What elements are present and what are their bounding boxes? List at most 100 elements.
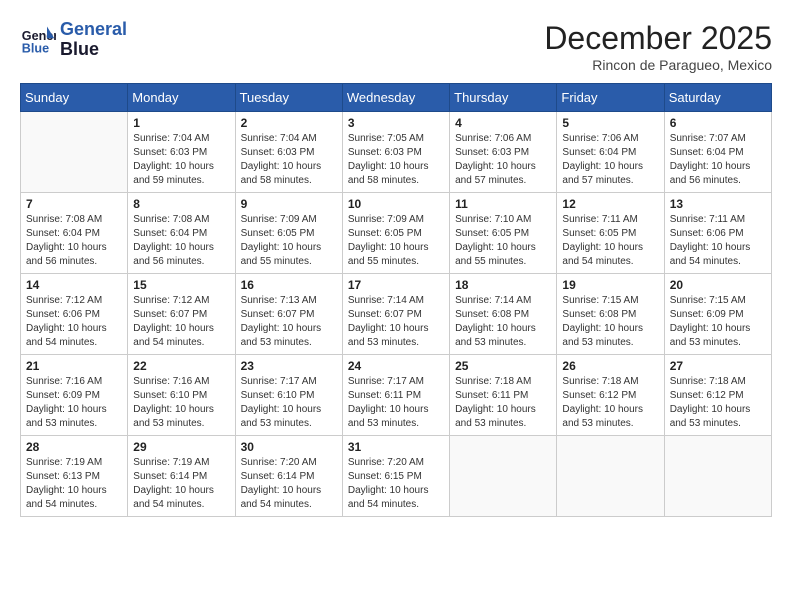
day-info: Sunrise: 7:16 AMSunset: 6:09 PMDaylight:…	[26, 375, 122, 431]
calendar-cell: 23 Sunrise: 7:17 AMSunset: 6:10 PMDayligh…	[235, 355, 342, 436]
week-row-1: 1 Sunrise: 7:04 AMSunset: 6:03 PMDaylight…	[21, 112, 772, 193]
weekday-header-row: SundayMondayTuesdayWednesdayThursdayFrid…	[21, 84, 772, 112]
day-number: 14	[26, 278, 122, 292]
location: Rincon de Paragueo, Mexico	[544, 57, 772, 73]
calendar-cell	[664, 436, 771, 517]
week-row-3: 14 Sunrise: 7:12 AMSunset: 6:06 PMDayligh…	[21, 274, 772, 355]
day-number: 4	[455, 116, 551, 130]
day-info: Sunrise: 7:18 AMSunset: 6:11 PMDaylight:…	[455, 375, 551, 431]
weekday-header-tuesday: Tuesday	[235, 84, 342, 112]
day-info: Sunrise: 7:16 AMSunset: 6:10 PMDaylight:…	[133, 375, 229, 431]
calendar-cell: 19Sunrise: 7:15 AMSunset: 6:08 PMDayligh…	[557, 274, 664, 355]
calendar-cell	[557, 436, 664, 517]
day-number: 11	[455, 197, 551, 211]
calendar-cell: 24 Sunrise: 7:17 AMSunset: 6:11 PMDayligh…	[342, 355, 449, 436]
day-number: 27	[670, 359, 766, 373]
day-number: 16	[241, 278, 337, 292]
week-row-5: 28 Sunrise: 7:19 AMSunset: 6:13 PMDayligh…	[21, 436, 772, 517]
calendar-cell: 17Sunrise: 7:14 AMSunset: 6:07 PMDayligh…	[342, 274, 449, 355]
day-info: Sunrise: 7:17 AMSunset: 6:10 PMDaylight:…	[241, 375, 337, 431]
day-number: 19	[562, 278, 658, 292]
calendar-cell: 16 Sunrise: 7:13 AMSunset: 6:07 PMDayligh…	[235, 274, 342, 355]
day-info: Sunrise: 7:08 AMSunset: 6:04 PMDaylight:…	[26, 213, 122, 269]
calendar-cell: 28 Sunrise: 7:19 AMSunset: 6:13 PMDayligh…	[21, 436, 128, 517]
day-number: 28	[26, 440, 122, 454]
calendar-cell	[450, 436, 557, 517]
weekday-header-wednesday: Wednesday	[342, 84, 449, 112]
calendar-cell: 13Sunrise: 7:11 AMSunset: 6:06 PMDayligh…	[664, 193, 771, 274]
calendar-cell: 8Sunrise: 7:08 AMSunset: 6:04 PMDaylight…	[128, 193, 235, 274]
day-number: 20	[670, 278, 766, 292]
day-info: Sunrise: 7:18 AMSunset: 6:12 PMDaylight:…	[670, 375, 766, 431]
calendar-cell: 2 Sunrise: 7:04 AMSunset: 6:03 PMDaylight…	[235, 112, 342, 193]
weekday-header-monday: Monday	[128, 84, 235, 112]
day-info: Sunrise: 7:18 AMSunset: 6:12 PMDaylight:…	[562, 375, 658, 431]
calendar-cell: 5 Sunrise: 7:06 AMSunset: 6:04 PMDaylight…	[557, 112, 664, 193]
day-info: Sunrise: 7:05 AMSunset: 6:03 PMDaylight:…	[348, 132, 444, 188]
calendar-cell: 9Sunrise: 7:09 AMSunset: 6:05 PMDaylight…	[235, 193, 342, 274]
day-info: Sunrise: 7:14 AMSunset: 6:07 PMDaylight:…	[348, 294, 444, 350]
logo-icon: General Blue	[20, 22, 56, 58]
calendar-cell: 4 Sunrise: 7:06 AMSunset: 6:03 PMDaylight…	[450, 112, 557, 193]
day-info: Sunrise: 7:14 AMSunset: 6:08 PMDaylight:…	[455, 294, 551, 350]
day-number: 3	[348, 116, 444, 130]
logo-text: GeneralBlue	[60, 20, 127, 60]
day-info: Sunrise: 7:04 AMSunset: 6:03 PMDaylight:…	[241, 132, 337, 188]
calendar-cell: 15Sunrise: 7:12 AMSunset: 6:07 PMDayligh…	[128, 274, 235, 355]
day-info: Sunrise: 7:06 AMSunset: 6:03 PMDaylight:…	[455, 132, 551, 188]
day-number: 5	[562, 116, 658, 130]
day-number: 10	[348, 197, 444, 211]
calendar-cell: 11 Sunrise: 7:10 AMSunset: 6:05 PMDayligh…	[450, 193, 557, 274]
day-number: 1	[133, 116, 229, 130]
day-number: 9	[241, 197, 337, 211]
calendar-cell: 14 Sunrise: 7:12 AMSunset: 6:06 PMDayligh…	[21, 274, 128, 355]
day-info: Sunrise: 7:19 AMSunset: 6:13 PMDaylight:…	[26, 456, 122, 512]
day-info: Sunrise: 7:11 AMSunset: 6:05 PMDaylight:…	[562, 213, 658, 269]
day-number: 2	[241, 116, 337, 130]
calendar-cell: 27 Sunrise: 7:18 AMSunset: 6:12 PMDayligh…	[664, 355, 771, 436]
day-info: Sunrise: 7:15 AMSunset: 6:09 PMDaylight:…	[670, 294, 766, 350]
day-info: Sunrise: 7:10 AMSunset: 6:05 PMDaylight:…	[455, 213, 551, 269]
svg-text:Blue: Blue	[22, 41, 49, 55]
day-number: 21	[26, 359, 122, 373]
day-number: 12	[562, 197, 658, 211]
calendar-cell: 3 Sunrise: 7:05 AMSunset: 6:03 PMDaylight…	[342, 112, 449, 193]
day-number: 22	[133, 359, 229, 373]
page-header: General Blue GeneralBlue December 2025 R…	[20, 20, 772, 73]
day-number: 25	[455, 359, 551, 373]
logo: General Blue GeneralBlue	[20, 20, 127, 60]
calendar-cell: 7 Sunrise: 7:08 AMSunset: 6:04 PMDaylight…	[21, 193, 128, 274]
weekday-header-saturday: Saturday	[664, 84, 771, 112]
weekday-header-sunday: Sunday	[21, 84, 128, 112]
week-row-2: 7 Sunrise: 7:08 AMSunset: 6:04 PMDaylight…	[21, 193, 772, 274]
day-info: Sunrise: 7:20 AMSunset: 6:14 PMDaylight:…	[241, 456, 337, 512]
day-info: Sunrise: 7:11 AMSunset: 6:06 PMDaylight:…	[670, 213, 766, 269]
day-number: 18	[455, 278, 551, 292]
day-info: Sunrise: 7:09 AMSunset: 6:05 PMDaylight:…	[348, 213, 444, 269]
calendar-cell: 31 Sunrise: 7:20 AMSunset: 6:15 PMDayligh…	[342, 436, 449, 517]
day-number: 26	[562, 359, 658, 373]
day-info: Sunrise: 7:13 AMSunset: 6:07 PMDaylight:…	[241, 294, 337, 350]
calendar-cell: 26 Sunrise: 7:18 AMSunset: 6:12 PMDayligh…	[557, 355, 664, 436]
calendar-cell: 18 Sunrise: 7:14 AMSunset: 6:08 PMDayligh…	[450, 274, 557, 355]
day-info: Sunrise: 7:19 AMSunset: 6:14 PMDaylight:…	[133, 456, 229, 512]
month-title: December 2025	[544, 20, 772, 57]
week-row-4: 21 Sunrise: 7:16 AMSunset: 6:09 PMDayligh…	[21, 355, 772, 436]
day-number: 7	[26, 197, 122, 211]
day-info: Sunrise: 7:07 AMSunset: 6:04 PMDaylight:…	[670, 132, 766, 188]
day-info: Sunrise: 7:12 AMSunset: 6:07 PMDaylight:…	[133, 294, 229, 350]
calendar-cell: 29Sunrise: 7:19 AMSunset: 6:14 PMDayligh…	[128, 436, 235, 517]
day-info: Sunrise: 7:20 AMSunset: 6:15 PMDaylight:…	[348, 456, 444, 512]
day-info: Sunrise: 7:06 AMSunset: 6:04 PMDaylight:…	[562, 132, 658, 188]
day-info: Sunrise: 7:17 AMSunset: 6:11 PMDaylight:…	[348, 375, 444, 431]
calendar-cell: 22 Sunrise: 7:16 AMSunset: 6:10 PMDayligh…	[128, 355, 235, 436]
day-info: Sunrise: 7:12 AMSunset: 6:06 PMDaylight:…	[26, 294, 122, 350]
day-number: 31	[348, 440, 444, 454]
day-info: Sunrise: 7:08 AMSunset: 6:04 PMDaylight:…	[133, 213, 229, 269]
day-number: 23	[241, 359, 337, 373]
day-number: 24	[348, 359, 444, 373]
calendar-cell: 30Sunrise: 7:20 AMSunset: 6:14 PMDayligh…	[235, 436, 342, 517]
calendar-cell: 12 Sunrise: 7:11 AMSunset: 6:05 PMDayligh…	[557, 193, 664, 274]
day-number: 6	[670, 116, 766, 130]
calendar-table: SundayMondayTuesdayWednesdayThursdayFrid…	[20, 83, 772, 517]
